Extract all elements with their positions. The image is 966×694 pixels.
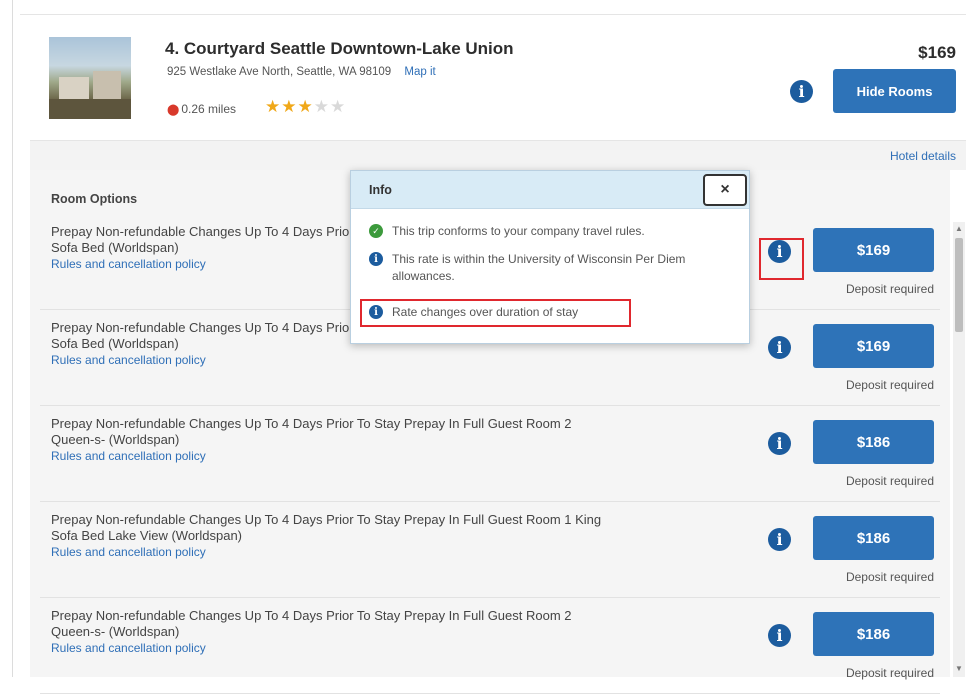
- deposit-required-label: Deposit required: [845, 474, 934, 488]
- scroll-up-arrow-icon[interactable]: ▲: [955, 224, 963, 233]
- hide-rooms-button[interactable]: Hide Rooms: [833, 69, 956, 113]
- hotel-thumbnail[interactable]: [49, 37, 131, 119]
- popover-item-text: This trip conforms to your company trave…: [392, 224, 645, 238]
- room-price-button[interactable]: $169: [813, 228, 934, 272]
- map-it-link[interactable]: Map it: [404, 66, 435, 78]
- rules-cancellation-link[interactable]: Rules and cancellation policy: [51, 352, 731, 368]
- room-description-line1: Prepay Non-refundable Changes Up To 4 Da…: [51, 608, 572, 623]
- room-info-icon[interactable]: i: [768, 624, 791, 647]
- info-popover-header: Info ×: [351, 171, 749, 209]
- room-description-line2: Queen-s- (Worldspan): [51, 624, 180, 639]
- room-description: Prepay Non-refundable Changes Up To 4 Da…: [51, 608, 731, 656]
- room-option-row: Prepay Non-refundable Changes Up To 4 Da…: [40, 502, 940, 598]
- scrollbar-thumb[interactable]: [955, 238, 963, 332]
- room-price-button[interactable]: $186: [813, 612, 934, 656]
- popover-item-per-diem: i This rate is within the University of …: [369, 251, 712, 285]
- info-icon-highlight: [759, 238, 804, 280]
- hotel-details-link[interactable]: Hotel details: [890, 149, 956, 163]
- room-description-line2: Queen-s- (Worldspan): [51, 432, 180, 447]
- deposit-required-label: Deposit required: [845, 666, 934, 680]
- room-description: Prepay Non-refundable Changes Up To 4 Da…: [51, 416, 731, 464]
- popover-item-text: This rate is within the University of Wi…: [392, 252, 686, 283]
- room-description-line2: Sofa Bed Lake View (Worldspan): [51, 528, 243, 543]
- hotel-info-icon[interactable]: i: [790, 80, 813, 103]
- rate-changes-highlight: [360, 299, 631, 327]
- hotel-name: 4. Courtyard Seattle Downtown-Lake Union: [165, 39, 514, 58]
- page-left-border: [12, 0, 13, 677]
- room-option-row: Prepay Non-refundable Changes Up To 4 Da…: [40, 406, 940, 502]
- room-info-icon[interactable]: i: [768, 336, 791, 359]
- star-filled-icon: ★: [281, 97, 298, 116]
- room-option-row: Prepay Non-refundable Changes Up To 4 Da…: [40, 598, 940, 694]
- hotel-distance: ⬤ 0.26 miles: [167, 102, 236, 116]
- close-button[interactable]: ×: [703, 174, 747, 206]
- hotel-details-bar: Hotel details: [30, 140, 966, 170]
- hotel-price: $169: [918, 43, 956, 62]
- deposit-required-label: Deposit required: [845, 570, 934, 584]
- room-price-button[interactable]: $169: [813, 324, 934, 368]
- room-options-heading: Room Options: [51, 192, 138, 206]
- deposit-required-label: Deposit required: [845, 282, 934, 296]
- hotel-address: 925 Westlake Ave North, Seattle, WA 9810…: [167, 66, 436, 78]
- location-pin-icon: ⬤: [167, 104, 180, 116]
- scroll-down-arrow-icon[interactable]: ▼: [955, 664, 963, 673]
- room-info-icon[interactable]: i: [768, 528, 791, 551]
- room-price-button[interactable]: $186: [813, 516, 934, 560]
- room-description-line1: Prepay Non-refundable Changes Up To 4 Da…: [51, 416, 572, 431]
- hotel-address-text: 925 Westlake Ave North, Seattle, WA 9810…: [167, 66, 392, 78]
- star-rating: ★★★★★: [265, 97, 346, 117]
- hotel-card: 4. Courtyard Seattle Downtown-Lake Union…: [30, 15, 966, 140]
- rules-cancellation-link[interactable]: Rules and cancellation policy: [51, 544, 731, 560]
- check-circle-icon: ✓: [369, 224, 383, 238]
- star-empty-icon: ★: [330, 97, 347, 116]
- room-description-line1: Prepay Non-refundable Changes Up To 4 Da…: [51, 512, 602, 527]
- info-icon: i: [369, 252, 383, 266]
- distance-text: 0.26 miles: [181, 102, 237, 116]
- deposit-required-label: Deposit required: [845, 378, 934, 392]
- room-price-button[interactable]: $186: [813, 420, 934, 464]
- info-popover-title: Info: [369, 183, 392, 197]
- star-empty-icon: ★: [313, 97, 330, 116]
- room-list-scrollbar[interactable]: ▲ ▼: [953, 222, 965, 677]
- star-filled-icon: ★: [265, 97, 282, 116]
- star-filled-icon: ★: [297, 97, 314, 116]
- popover-item-conforms: ✓ This trip conforms to your company tra…: [369, 223, 712, 240]
- room-description: Prepay Non-refundable Changes Up To 4 Da…: [51, 512, 731, 560]
- room-info-icon[interactable]: i: [768, 432, 791, 455]
- rules-cancellation-link[interactable]: Rules and cancellation policy: [51, 640, 731, 656]
- info-popover: Info × ✓ This trip conforms to your comp…: [350, 170, 750, 344]
- rules-cancellation-link[interactable]: Rules and cancellation policy: [51, 448, 731, 464]
